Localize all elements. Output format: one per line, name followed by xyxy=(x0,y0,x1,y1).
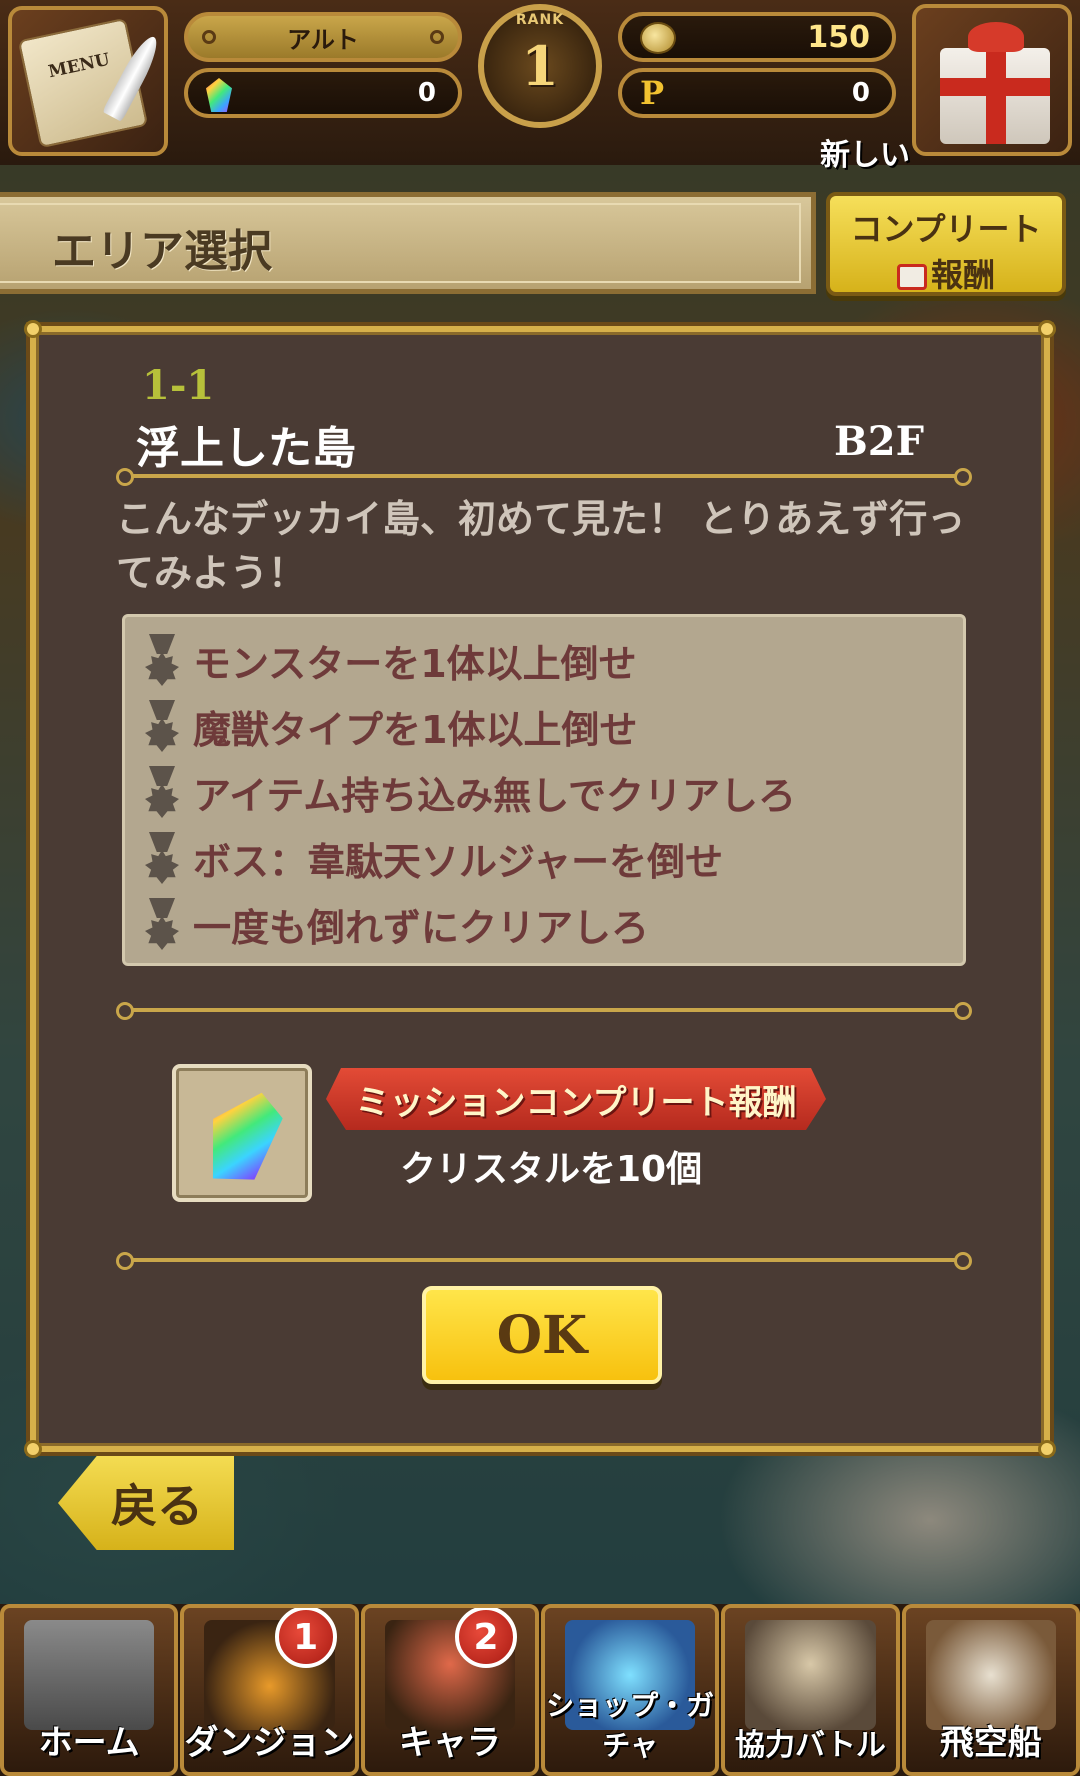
coop-battle-icon xyxy=(745,1620,876,1730)
reward-banner: ミッションコンプリート報酬 xyxy=(326,1068,826,1130)
complete-reward-label: コンプリート xyxy=(850,210,1042,248)
nav-character[interactable]: 2 キャラ xyxy=(360,1604,539,1776)
gift-bow xyxy=(968,22,1024,52)
news-ticker[interactable]: 新しい xyxy=(820,130,910,174)
ok-button[interactable]: OK xyxy=(422,1286,662,1384)
area-select-bar: エリア選択 xyxy=(0,192,816,294)
divider xyxy=(116,1252,972,1270)
reward-item-slot xyxy=(172,1064,312,1202)
rivet-icon xyxy=(202,30,216,44)
nav-label: ダンジョン xyxy=(184,1723,355,1763)
points-counter: P 0 xyxy=(618,68,896,118)
gift-icon xyxy=(896,264,927,290)
stage-number: 1-1 xyxy=(142,362,215,409)
rank-value: 1 xyxy=(521,34,559,98)
mission-item: モンスターを1体以上倒せ xyxy=(143,627,963,693)
corner-rivet-icon xyxy=(1038,1440,1056,1458)
rank-label: RANK xyxy=(515,12,565,28)
complete-reward-sublabel: 報酬 xyxy=(830,250,1062,296)
stage-description: こんなデッカイ島、初めて見た！ とりあえず行ってみよう！ xyxy=(116,497,966,595)
reward-label: 報酬 xyxy=(930,256,995,294)
nav-label: ショップ・ガチャ xyxy=(546,1689,715,1762)
reward-description: クリスタルを10個 xyxy=(400,1149,703,1190)
divider xyxy=(116,1002,972,1020)
mission-text: 魔獣タイプを1体以上倒せ xyxy=(193,707,638,752)
stage-name: 浮上した島 xyxy=(136,423,356,474)
floor-label: B2F xyxy=(834,418,925,465)
points-icon: P xyxy=(640,74,665,112)
coin-counter: 150 xyxy=(618,12,896,62)
nav-coop-battle[interactable]: 協力バトル xyxy=(721,1604,900,1776)
coin-icon xyxy=(640,22,676,54)
mission-text: アイテム持ち込み無しでクリアしろ xyxy=(193,773,797,818)
nav-dungeon[interactable]: 1 ダンジョン xyxy=(180,1604,359,1776)
mission-item: アイテム持ち込み無しでクリアしろ xyxy=(143,759,963,825)
crystal-count: 0 xyxy=(417,78,436,108)
mission-item: 一度も倒れずにクリアしろ xyxy=(143,891,963,957)
points-count: 0 xyxy=(851,78,870,108)
complete-reward-button[interactable]: コンプリート 報酬 xyxy=(826,192,1066,296)
nav-label: キャラ xyxy=(398,1723,501,1763)
rivet-icon xyxy=(430,30,444,44)
nav-label: 協力バトル xyxy=(735,1728,886,1763)
player-name-plate: アルト xyxy=(184,12,462,62)
corner-rivet-icon xyxy=(1038,320,1056,338)
airship-icon xyxy=(925,1620,1056,1730)
coin-count: 150 xyxy=(807,19,870,55)
stage-info-dialog: 1-1 浮上した島 B2F こんなデッカイ島、初めて見た！ とりあえず行ってみよ… xyxy=(24,320,1056,1458)
mission-item: ボス：韋駄天ソルジャーを倒せ xyxy=(143,825,963,891)
mission-text: モンスターを1体以上倒せ xyxy=(193,641,637,686)
mission-text: 一度も倒れずにクリアしろ xyxy=(193,905,650,950)
divider xyxy=(116,468,972,486)
crystal-icon xyxy=(201,1084,287,1190)
corner-rivet-icon xyxy=(24,1440,42,1458)
mission-list: モンスターを1体以上倒せ 魔獣タイプを1体以上倒せ アイテム持ち込み無しでクリア… xyxy=(122,614,966,966)
rank-badge: RANK 1 xyxy=(478,4,602,128)
mission-item: 魔獣タイプを1体以上倒せ xyxy=(143,693,963,759)
menu-button[interactable]: MENU xyxy=(8,6,168,156)
page-title: エリア選択 xyxy=(52,226,272,277)
nav-label: ホーム xyxy=(38,1723,140,1763)
nav-airship[interactable]: 飛空船 xyxy=(901,1604,1080,1776)
gift-ribbon xyxy=(940,78,1050,96)
crystal-counter: 0 xyxy=(184,68,462,118)
nav-shop-gacha[interactable]: ショップ・ガチャ xyxy=(540,1604,720,1776)
player-name: アルト xyxy=(287,25,359,54)
medal-icon xyxy=(143,634,181,686)
present-box-button[interactable] xyxy=(912,4,1072,156)
top-status-bar: MENU アルト 0 RANK 1 150 P 0 新しい xyxy=(0,0,1080,173)
medal-icon xyxy=(143,766,181,818)
mission-text: ボス：韋駄天ソルジャーを倒せ xyxy=(193,839,724,884)
corner-rivet-icon xyxy=(24,320,42,338)
notification-badge: 2 xyxy=(454,1608,517,1668)
bottom-nav: ホーム 1 ダンジョン 2 キャラ ショップ・ガチャ 協力バトル 飛空船 xyxy=(0,1604,1080,1776)
reward-banner-label: ミッションコンプリート報酬 xyxy=(355,1082,797,1123)
medal-icon xyxy=(143,700,181,752)
notification-badge: 1 xyxy=(274,1608,337,1668)
castle-icon xyxy=(24,1620,155,1730)
medal-icon xyxy=(143,898,181,950)
crystal-icon xyxy=(206,78,232,112)
nav-label: 飛空船 xyxy=(939,1723,1042,1763)
medal-icon xyxy=(143,832,181,884)
nav-home[interactable]: ホーム xyxy=(0,1604,179,1776)
